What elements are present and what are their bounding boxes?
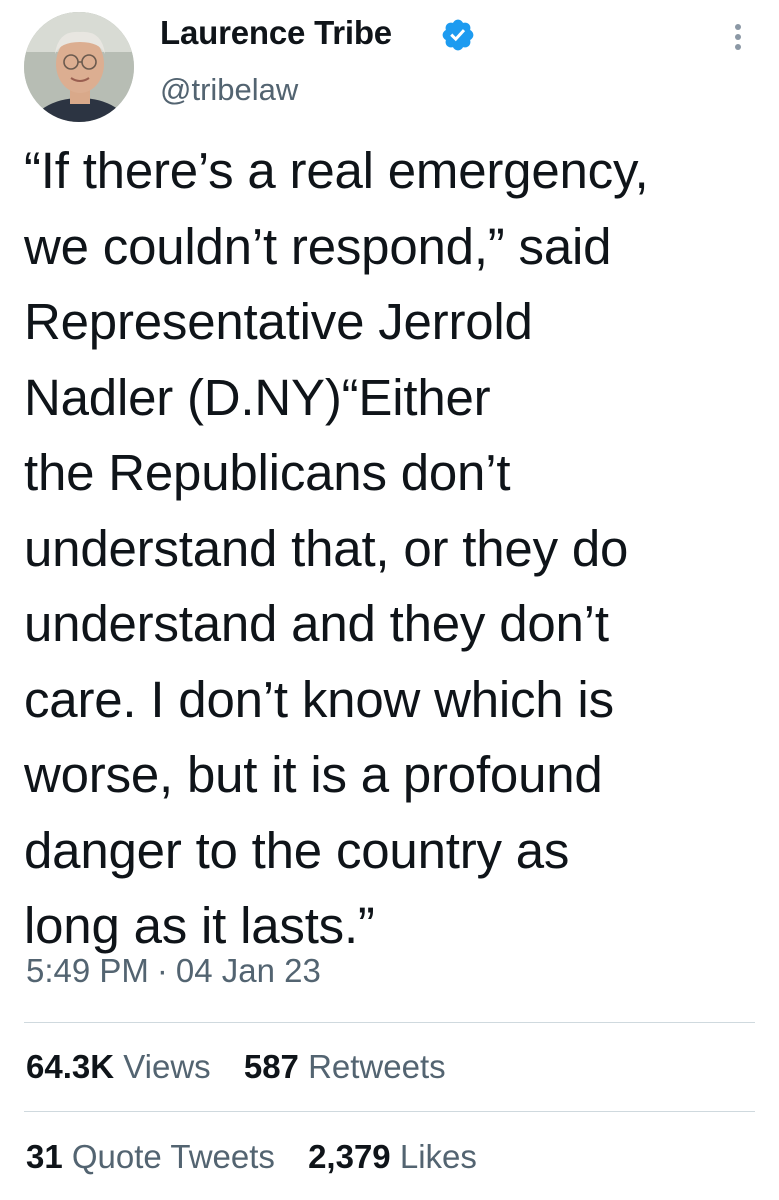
- retweets-label: Retweets: [308, 1048, 446, 1085]
- views-stat: 64.3K Views: [26, 1048, 211, 1086]
- quote-tweets-count: 31: [26, 1138, 63, 1175]
- likes-count: 2,379: [308, 1138, 391, 1175]
- views-count: 64.3K: [26, 1048, 115, 1085]
- quote-tweets-stat[interactable]: 31 Quote Tweets: [26, 1138, 275, 1176]
- tweet-date: 04 Jan 23: [175, 952, 321, 989]
- verified-badge-icon: [442, 19, 474, 51]
- retweets-count: 587: [243, 1048, 299, 1085]
- timestamp-separator: ·: [156, 952, 168, 989]
- avatar-photo: [24, 12, 134, 122]
- quote-tweets-label: Quote Tweets: [71, 1138, 275, 1175]
- stats-row-quotes-likes: 31 Quote Tweets 2,379 Likes: [26, 1138, 501, 1176]
- divider: [24, 1022, 755, 1023]
- stats-row-views-retweets: 64.3K Views 587 Retweets: [26, 1048, 470, 1086]
- likes-stat[interactable]: 2,379 Likes: [308, 1138, 477, 1176]
- avatar[interactable]: [24, 12, 134, 122]
- divider: [24, 1111, 755, 1112]
- tweet-text: “If there’s a real emergency, we couldn’…: [24, 142, 649, 954]
- views-label: Views: [123, 1048, 211, 1085]
- tweet-timestamp[interactable]: 5:49 PM · 04 Jan 23: [26, 952, 321, 990]
- author-name[interactable]: Laurence Tribe: [160, 14, 392, 52]
- author-handle[interactable]: @tribelaw: [160, 72, 298, 108]
- more-options-icon[interactable]: [723, 20, 753, 62]
- tweet-time: 5:49 PM: [26, 952, 149, 989]
- retweets-stat[interactable]: 587 Retweets: [244, 1048, 446, 1086]
- tweet-header: Laurence Tribe @tribelaw: [0, 0, 779, 128]
- likes-label: Likes: [399, 1138, 477, 1175]
